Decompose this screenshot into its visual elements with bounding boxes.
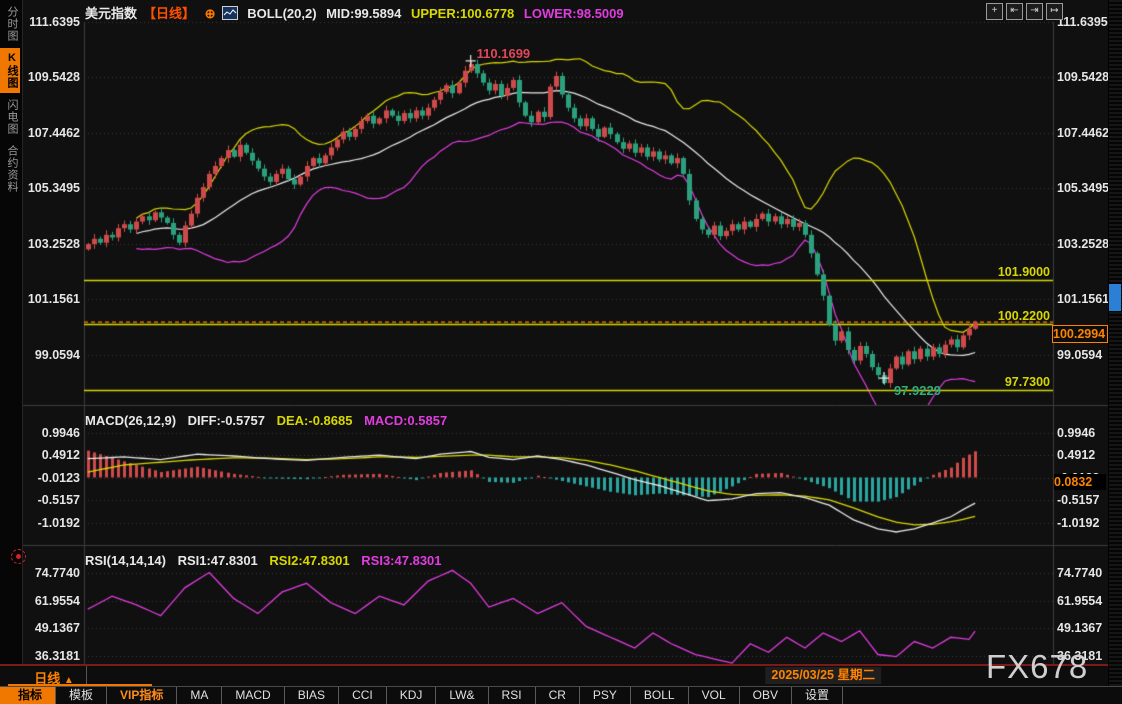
boll-mid-value: MID:99.5894: [326, 6, 401, 21]
macd-dea-value: DEA:-0.8685: [277, 413, 353, 428]
macd-axis-label-left: -1.0192: [24, 515, 80, 531]
rsi-title-bar: RSI(14,14,14) RSI1:47.8301 RSI2:47.8301 …: [85, 553, 450, 568]
toolbar-tab-MACD[interactable]: MACD: [222, 687, 284, 704]
symbol-name: 美元指数: [85, 6, 137, 21]
main-axis-label-left: 101.1561: [24, 291, 80, 307]
toolbar-tab-设置[interactable]: 设置: [792, 687, 843, 704]
rsi-axis-label-left: 61.9554: [24, 593, 80, 609]
rsi-axis-label-left: 74.7740: [24, 565, 80, 581]
chart-header: 美元指数【日线】 ⊕ BOLL(20,2) MID:99.5894 UPPER:…: [85, 3, 630, 22]
toolbar-tab-VIP指标[interactable]: VIP指标: [107, 687, 177, 704]
toolbar-tab-BOLL[interactable]: BOLL: [631, 687, 689, 704]
macd-axis-label-right: -0.5157: [1057, 492, 1107, 508]
toolbar-tab-CR[interactable]: CR: [536, 687, 580, 704]
fx678-watermark: FX678: [986, 648, 1088, 686]
period-tag[interactable]: 【日线】: [143, 6, 195, 21]
trading-app-window: 分时图K线图闪电图合约资料 美元指数【日线】 ⊕ BOLL(20,2) MID:…: [0, 0, 1122, 704]
toolbar-tab-模板[interactable]: 模板: [56, 687, 107, 704]
scrollbar-thumb[interactable]: [1109, 284, 1121, 311]
boll-upper-value: UPPER:100.6778: [411, 6, 514, 21]
rsi3-value: RSI3:47.8301: [361, 553, 441, 568]
main-axis-label-right: 99.0594: [1057, 347, 1107, 363]
macd-axis-label-right: 0.9946: [1057, 425, 1107, 441]
macd-diff-value: DIFF:-0.5757: [188, 413, 265, 428]
hot-indicator-icon[interactable]: [11, 549, 26, 564]
macd-axis-label-left: 0.9946: [24, 425, 80, 441]
rsi-axis-label-right: 74.7740: [1057, 565, 1107, 581]
macd-macd-value: MACD:0.5857: [364, 413, 447, 428]
macd-title[interactable]: MACD(26,12,9): [85, 413, 176, 428]
toolbar-tab-CCI[interactable]: CCI: [339, 687, 387, 704]
boll-label: BOLL(20,2): [247, 6, 316, 21]
sidebar-tab-1[interactable]: K线图: [0, 48, 20, 93]
macd-axis-label-right: -1.0192: [1057, 515, 1107, 531]
right-scrollbar[interactable]: [1108, 0, 1122, 704]
chart-thumbnail-icon[interactable]: [222, 6, 238, 20]
main-axis-label-right: 109.5428: [1057, 69, 1107, 85]
left-sidebar: 分时图K线图闪电图合约资料: [0, 0, 23, 704]
macd-axis-label-left: -0.0123: [24, 470, 80, 486]
rsi-axis-label-right: 61.9554: [1057, 593, 1107, 609]
indicator-toolbar: 指标模板VIP指标MAMACDBIASCCIKDJLW&RSICRPSYBOLL…: [0, 686, 1122, 704]
main-axis-label-right: 101.1561: [1057, 291, 1107, 307]
toolbar-tab-BIAS[interactable]: BIAS: [285, 687, 339, 704]
macd-axis-label-right: 0.4912: [1057, 447, 1107, 463]
sidebar-tab-0[interactable]: 分时图: [0, 2, 20, 46]
main-axis-label-left: 107.4462: [24, 125, 80, 141]
toolbar-tab-LW&[interactable]: LW&: [436, 687, 488, 704]
main-axis-label-left: 103.2528: [24, 236, 80, 252]
toolbar-tab-KDJ[interactable]: KDJ: [387, 687, 437, 704]
rsi1-value: RSI1:47.8301: [178, 553, 258, 568]
chart-canvas[interactable]: [0, 0, 1122, 704]
main-axis-label-left: 105.3495: [24, 180, 80, 196]
plus-circle-icon[interactable]: ⊕: [205, 6, 216, 21]
macd-axis-label-left: -0.5157: [24, 492, 80, 508]
sidebar-tab-3[interactable]: 合约资料: [0, 141, 20, 197]
main-axis-label-right: 107.4462: [1057, 125, 1107, 141]
axis-left-icon[interactable]: ⇤: [1006, 3, 1023, 20]
main-axis-label-left: 99.0594: [24, 347, 80, 363]
pan-icon[interactable]: +: [986, 3, 1003, 20]
rsi-axis-label-left: 49.1367: [24, 620, 80, 636]
toolbar-tab-MA[interactable]: MA: [177, 687, 222, 704]
main-axis-label-left: 111.6395: [24, 14, 80, 30]
toolbar-tab-RSI[interactable]: RSI: [489, 687, 536, 704]
hline-price-label: 101.9000: [900, 265, 1050, 279]
rsi-axis-label-right: 49.1367: [1057, 620, 1107, 636]
rsi-axis-label-left: 36.3181: [24, 648, 80, 664]
crosshair-date-badge: 2025/03/25 星期二: [765, 667, 881, 684]
toolbar-tab-OBV[interactable]: OBV: [740, 687, 792, 704]
macd-axis-badge: 0.0832: [1054, 474, 1106, 490]
macd-axis-label-left: 0.4912: [24, 447, 80, 463]
toolbar-tab-指标[interactable]: 指标: [5, 687, 56, 704]
axis-right-icon[interactable]: ⇥: [1026, 3, 1043, 20]
main-axis-label-right: 111.6395: [1057, 14, 1107, 30]
rsi2-value: RSI2:47.8301: [269, 553, 349, 568]
sidebar-tab-2[interactable]: 闪电图: [0, 95, 20, 139]
toolbar-tab-VOL[interactable]: VOL: [689, 687, 740, 704]
rsi-title[interactable]: RSI(14,14,14): [85, 553, 166, 568]
main-axis-label-left: 109.5428: [24, 69, 80, 85]
macd-title-bar: MACD(26,12,9) DIFF:-0.5757 DEA:-0.8685 M…: [85, 413, 455, 428]
period-selector[interactable]: 日线 ▲: [23, 668, 85, 684]
timeline-bar: [0, 664, 1122, 688]
toolbar-tab-PSY[interactable]: PSY: [580, 687, 631, 704]
current-price-badge: 100.2994: [1052, 325, 1108, 343]
hline-price-label: 100.2200: [900, 309, 1050, 323]
low-price-annotation: 97.9229: [894, 383, 941, 398]
window-controls: +⇤⇥↦: [986, 3, 1063, 20]
main-axis-label-right: 103.2528: [1057, 236, 1107, 252]
main-axis-label-right: 105.3495: [1057, 180, 1107, 196]
peak-price-annotation: 110.1699: [477, 46, 531, 61]
detach-icon[interactable]: ↦: [1046, 3, 1063, 20]
divider: [86, 666, 87, 684]
boll-lower-value: LOWER:98.5009: [524, 6, 624, 21]
